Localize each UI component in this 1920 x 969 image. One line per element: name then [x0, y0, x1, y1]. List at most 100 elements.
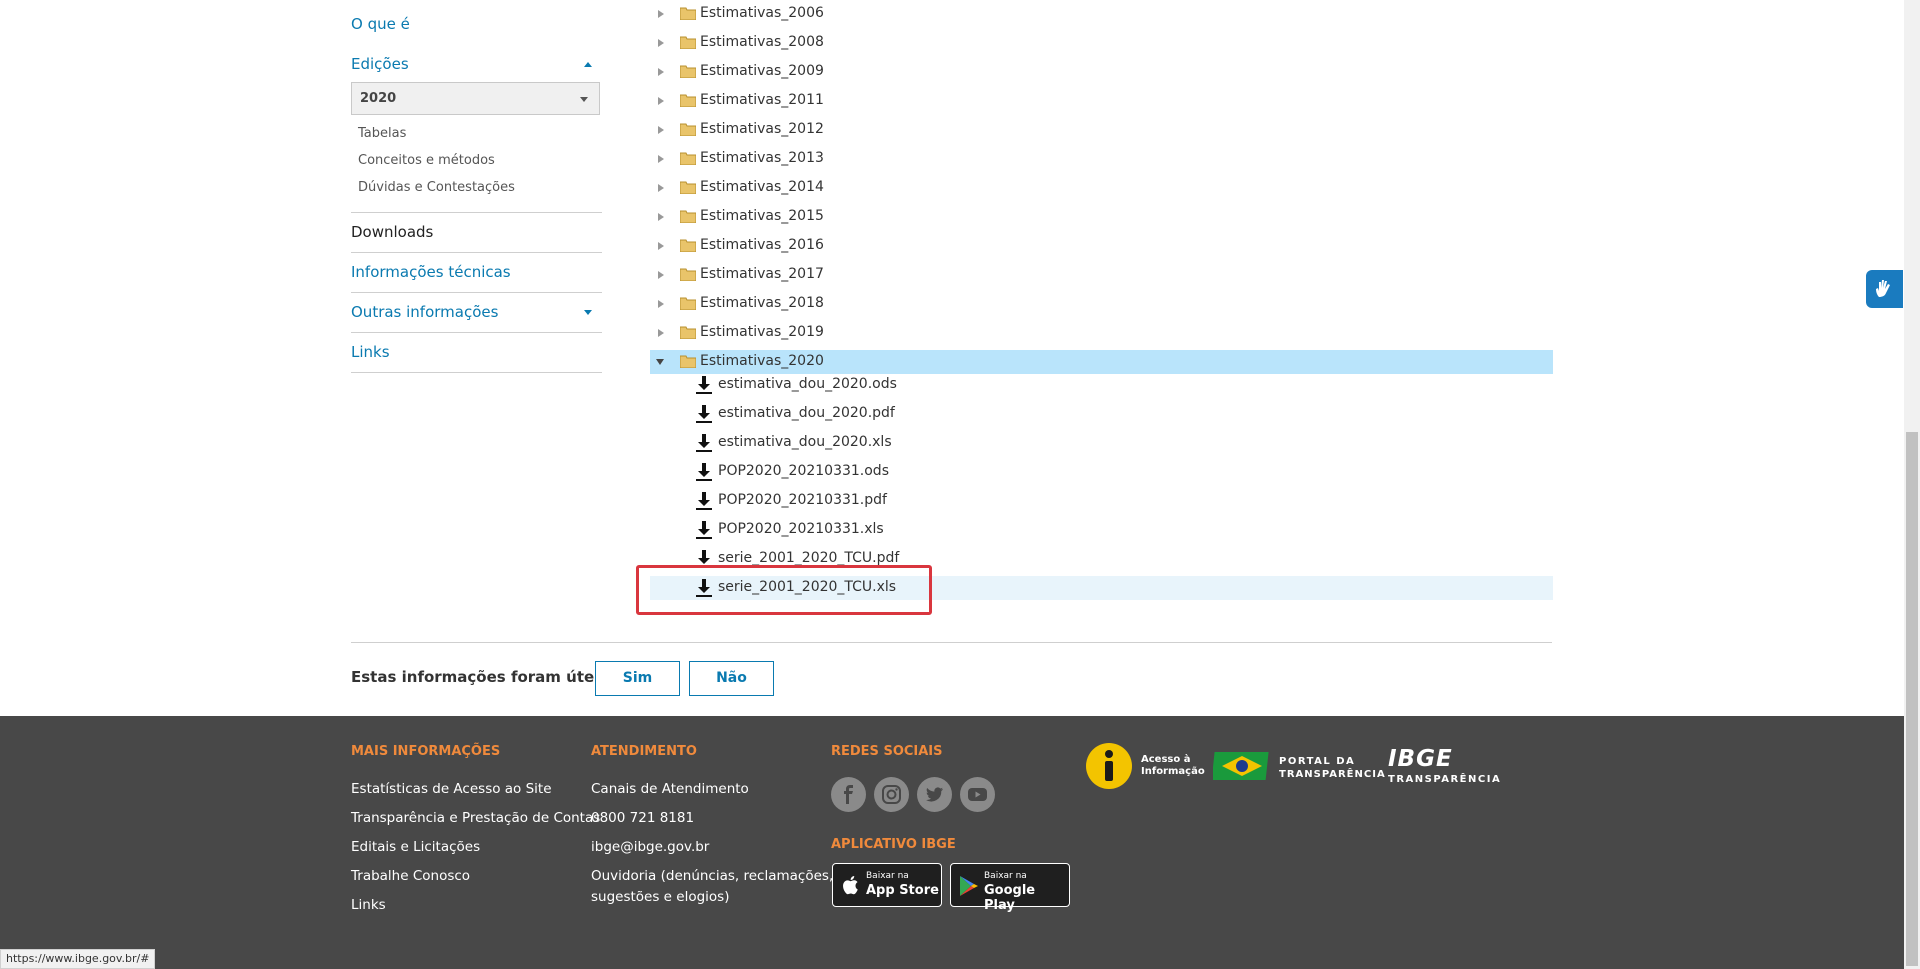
feedback-yes-button[interactable]: Sim	[595, 661, 680, 696]
ibge-transparencia-logo[interactable]: IBGE TRANSPARÊNCIA	[1388, 746, 1500, 790]
expand-icon[interactable]	[658, 10, 664, 18]
app-store-button[interactable]: Baixar na App Store	[832, 863, 942, 907]
scrollbar-thumb[interactable]	[1906, 432, 1918, 966]
tree-folder[interactable]: Estimativas_2013	[650, 147, 1553, 171]
expand-icon[interactable]	[658, 39, 664, 47]
expand-icon[interactable]	[658, 242, 664, 250]
footer-link[interactable]: Editais e Licitações	[351, 839, 480, 855]
footer-link[interactable]: Links	[351, 897, 386, 913]
download-icon	[696, 376, 712, 394]
footer-heading-aplicativo: APLICATIVO IBGE	[831, 837, 956, 852]
sidebar-item-tabelas[interactable]: Tabelas	[358, 126, 406, 141]
download-icon	[696, 463, 712, 481]
sidebar-link-informacoes-tecnicas[interactable]: Informações técnicas	[351, 262, 511, 282]
divider	[351, 252, 602, 253]
tree-folder[interactable]: Estimativas_2017	[650, 263, 1553, 287]
expand-icon[interactable]	[658, 97, 664, 105]
expand-icon[interactable]	[658, 213, 664, 221]
brazil-flag-icon	[1213, 752, 1269, 780]
expand-icon[interactable]	[658, 300, 664, 308]
tree-file[interactable]: estimativa_dou_2020.xls	[650, 431, 1553, 455]
sidebar-link-links[interactable]: Links	[351, 342, 390, 362]
footer-heading-atendimento: ATENDIMENTO	[591, 744, 697, 759]
footer-link[interactable]: Trabalhe Conosco	[351, 868, 470, 884]
folder-icon	[680, 210, 696, 223]
sidebar-item-conceitos[interactable]: Conceitos e métodos	[358, 153, 495, 168]
acesso-informacao-logo[interactable]: Acesso à Informação	[1085, 742, 1205, 792]
folder-icon	[680, 297, 696, 310]
tree-folder[interactable]: Estimativas_2008	[650, 31, 1553, 55]
expand-icon[interactable]	[658, 184, 664, 192]
tree-folder[interactable]: Estimativas_2016	[650, 234, 1553, 258]
tree-folder[interactable]: Estimativas_2019	[650, 321, 1553, 345]
tree-folder[interactable]: Estimativas_2018	[650, 292, 1553, 316]
sidebar-link-edicoes[interactable]: Edições	[351, 54, 602, 74]
footer-heading-mais-informacoes: MAIS INFORMAÇÕES	[351, 744, 501, 759]
folder-icon	[680, 65, 696, 78]
divider	[351, 372, 602, 373]
folder-icon	[680, 268, 696, 281]
tree-folder[interactable]: Estimativas_2009	[650, 60, 1553, 84]
download-icon	[696, 405, 712, 423]
footer-link[interactable]: ibge@ibge.gov.br	[591, 839, 709, 855]
download-icon	[696, 521, 712, 539]
youtube-icon[interactable]	[960, 777, 995, 812]
sidebar-link-outras-informacoes[interactable]: Outras informações	[351, 302, 602, 322]
expand-icon[interactable]	[658, 155, 664, 163]
expand-icon[interactable]	[658, 126, 664, 134]
year-select[interactable]: 2020	[351, 82, 600, 115]
footer-heading-redes-sociais: REDES SOCIAIS	[831, 744, 943, 759]
facebook-icon[interactable]	[831, 777, 866, 812]
feedback-no-button[interactable]: Não	[689, 661, 774, 696]
apple-icon	[843, 876, 858, 895]
tree-folder[interactable]: Estimativas_2014	[650, 176, 1553, 200]
footer-link[interactable]: 0800 721 8181	[591, 810, 694, 826]
google-play-icon	[960, 876, 978, 896]
collapse-icon[interactable]	[656, 359, 664, 365]
status-bar-url: https://www.ibge.gov.br/#	[0, 949, 156, 969]
instagram-icon[interactable]	[874, 777, 909, 812]
folder-icon	[680, 152, 696, 165]
divider	[351, 332, 602, 333]
sidebar-link-o-que-e[interactable]: O que é	[351, 14, 410, 34]
tree-folder[interactable]: Estimativas_2011	[650, 89, 1553, 113]
tree-folder[interactable]: Estimativas_2015	[650, 205, 1553, 229]
tree-file[interactable]: POP2020_20210331.xls	[650, 518, 1553, 542]
app-store-big-text: App Store	[866, 883, 939, 898]
folder-icon	[680, 181, 696, 194]
google-play-button[interactable]: Baixar na Google Play	[950, 863, 1070, 913]
vlibras-accessibility-button[interactable]	[1866, 270, 1903, 308]
expand-icon[interactable]	[658, 271, 664, 279]
tree-folder[interactable]: Estimativas_2006	[650, 2, 1553, 26]
footer-link-ouvidoria[interactable]: Ouvidoria (denúncias, reclamações,	[591, 868, 833, 884]
footer-link-ouvidoria[interactable]: sugestões e elogios)	[591, 889, 729, 905]
twitter-icon[interactable]	[917, 777, 952, 812]
folder-icon	[680, 239, 696, 252]
google-play-big-text: Google Play	[984, 883, 1036, 913]
folder-icon	[680, 36, 696, 49]
tree-folder-expanded[interactable]: Estimativas_2020	[650, 350, 1553, 374]
portal-transparencia-logo[interactable]: PORTAL DA TRANSPARÊNCIA	[1213, 748, 1385, 788]
divider	[351, 642, 1552, 643]
tree-file[interactable]: estimativa_dou_2020.ods	[650, 373, 1553, 397]
tree-folder[interactable]: Estimativas_2012	[650, 118, 1553, 142]
divider	[351, 212, 602, 213]
sidebar-item-duvidas[interactable]: Dúvidas e Contestações	[358, 180, 515, 195]
sidebar-link-downloads[interactable]: Downloads	[351, 222, 433, 242]
chevron-up-icon	[584, 62, 592, 67]
sidebar-edicoes-toggle[interactable]: Edições	[351, 54, 602, 74]
tree-file[interactable]: POP2020_20210331.ods	[650, 460, 1553, 484]
footer-link[interactable]: Estatísticas de Acesso ao Site	[351, 781, 552, 797]
footer-link[interactable]: Transparência e Prestação de Contas	[351, 810, 600, 826]
tree-file[interactable]: estimativa_dou_2020.pdf	[650, 402, 1553, 426]
expand-icon[interactable]	[658, 68, 664, 76]
download-icon	[696, 434, 712, 452]
year-select-value: 2020	[360, 91, 397, 106]
expand-icon[interactable]	[658, 329, 664, 337]
hands-icon	[1876, 280, 1890, 297]
tree-file[interactable]: POP2020_20210331.pdf	[650, 489, 1553, 513]
footer-link[interactable]: Canais de Atendimento	[591, 781, 749, 797]
sidebar-outras-toggle[interactable]: Outras informações	[351, 302, 602, 322]
chevron-down-icon	[580, 97, 588, 102]
folder-icon	[680, 94, 696, 107]
